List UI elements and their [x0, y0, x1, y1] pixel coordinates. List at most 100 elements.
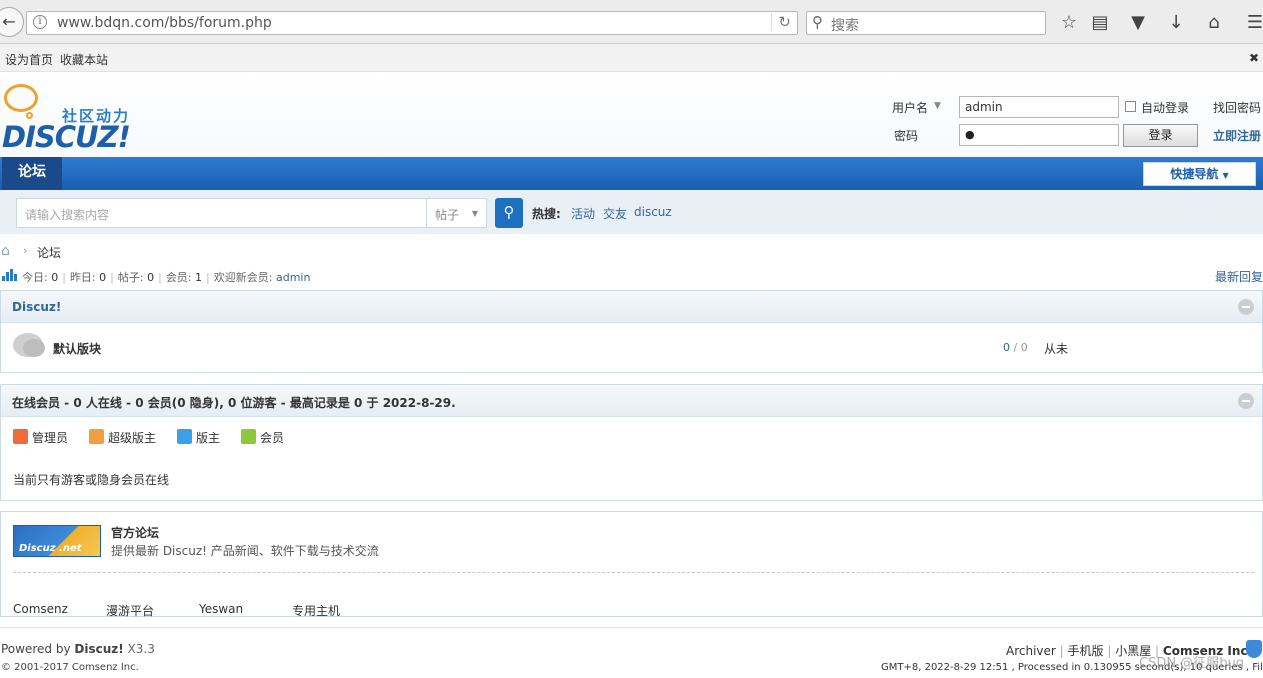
posts-label: 帖子: — [117, 271, 144, 284]
search-icon: ⚲ — [503, 203, 515, 221]
yesterday-label: 昨日: — [69, 271, 96, 284]
home-icon[interactable]: ⌂ — [1203, 12, 1225, 33]
logo-bubble-icon — [4, 84, 38, 112]
forum-last-post: 从未 — [1044, 342, 1069, 356]
url-text[interactable]: www.bdqn.com/bbs/forum.php — [57, 15, 272, 31]
official-forum-link[interactable]: 官方论坛 — [111, 524, 159, 541]
register-link[interactable]: 立即注册 — [1213, 127, 1261, 144]
back-arrow-icon[interactable]: ← — [0, 7, 24, 37]
discuz-net-banner[interactable]: Discuz .net — [13, 525, 101, 557]
url-bar[interactable]: i www.bdqn.com/bbs/forum.php ↻ — [26, 11, 798, 35]
new-member-link[interactable]: admin — [276, 271, 310, 284]
chevron-down-icon[interactable]: ▼ — [934, 101, 941, 111]
username-label: 用户名 — [892, 101, 929, 115]
collapse-icon[interactable] — [1238, 299, 1254, 315]
role-super-moderator: 超级版主 — [89, 429, 156, 446]
role-label: 版主 — [196, 431, 221, 445]
hot-term-link[interactable]: 交友 — [603, 205, 627, 222]
search-icon: ⚲ — [812, 13, 823, 31]
nav-item-forum[interactable]: 论坛 — [2, 157, 62, 190]
quick-nav-label: 快捷导航 — [1170, 167, 1219, 181]
posts-count: 0 — [147, 271, 155, 284]
username-input[interactable] — [959, 96, 1119, 118]
site-header: 社区动力 DISCUZ! 用户名 ▼ 自动登录 找回密码 密码 ● 登录 立即注… — [0, 72, 1263, 158]
members-count: 1 — [195, 271, 203, 284]
reading-list-icon[interactable]: ▤ — [1089, 12, 1111, 33]
star-icon[interactable]: ☆ — [1058, 12, 1080, 33]
password-label: 密码 — [894, 129, 919, 143]
hot-term-link[interactable]: 活动 — [571, 205, 595, 222]
main-nav: 论坛 快捷导航 ▼ — [0, 157, 1263, 190]
banner-label: Discuz .net — [19, 543, 82, 554]
role-label: 管理员 — [32, 431, 69, 445]
role-member: 会员 — [241, 429, 284, 446]
search-type-label: 帖子 — [435, 208, 460, 222]
forum-search-input[interactable]: 请输入搜索内容 — [16, 198, 427, 228]
info-icon[interactable]: i — [33, 15, 47, 29]
partner-link[interactable]: Comsenz — [13, 602, 68, 616]
quick-nav-button[interactable]: 快捷导航 ▼ — [1143, 162, 1256, 186]
powered-brand[interactable]: Discuz! — [74, 642, 123, 656]
copyright: © 2001-2017 Comsenz Inc. — [1, 662, 139, 673]
chevron-down-icon: ▼ — [1222, 171, 1229, 180]
forum-count-a: 0 — [1003, 341, 1010, 354]
online-title: 在线会员 - 0 人在线 - 0 会员(0 隐身), 0 位游客 - 最高记录是… — [12, 396, 456, 410]
fullscreen-toggle-icon[interactable]: ✖ — [1249, 51, 1259, 65]
members-label: 会员: — [165, 271, 192, 284]
online-header: 在线会员 - 0 人在线 - 0 会员(0 隐身), 0 位游客 - 最高记录是… — [1, 385, 1262, 417]
browser-search-input[interactable]: ⚲ 搜索 — [806, 11, 1046, 35]
watermark: CSDN @征服bug — [1139, 656, 1244, 671]
role-moderator: 版主 — [177, 429, 220, 446]
today-label: 今日: — [22, 271, 48, 284]
logo-bubble-small-icon — [26, 112, 33, 119]
site-topbar: 设为首页 收藏本站 ✖ — [0, 44, 1263, 72]
category-panel: Discuz! 默认版块 0 / 0 从未 — [0, 290, 1263, 373]
role-label: 超级版主 — [108, 431, 157, 445]
stats-chart-icon — [2, 269, 17, 281]
forum-stats: 今日: 0 | 昨日: 0 | 帖子: 0 | 会员: 1 | 欢迎新会员: admin — [22, 271, 311, 284]
menu-icon[interactable]: ☰ — [1244, 12, 1263, 33]
search-button[interactable]: ⚲ — [495, 198, 523, 228]
logo[interactable]: DISCUZ! — [2, 120, 131, 154]
reload-icon[interactable]: ↻ — [771, 13, 791, 31]
yesterday-count: 0 — [99, 271, 107, 284]
forum-name-link[interactable]: 默认版块 — [53, 340, 101, 357]
category-header: Discuz! — [1, 291, 1262, 323]
download-icon[interactable]: ↓ — [1165, 12, 1187, 33]
browser-toolbar: ← i www.bdqn.com/bbs/forum.php ↻ ⚲ 搜索 ☆ … — [0, 0, 1263, 44]
password-input[interactable]: ● — [959, 124, 1119, 146]
auto-login-label: 自动登录 — [1141, 101, 1190, 115]
powered-version: X3.3 — [123, 642, 155, 656]
archiver-link[interactable]: Archiver — [1006, 644, 1056, 658]
security-shield-icon[interactable] — [1246, 640, 1262, 658]
online-message: 当前只有游客或隐身会员在线 — [13, 473, 170, 487]
member-user-icon — [241, 429, 256, 444]
today-count: 0 — [51, 271, 59, 284]
role-admin: 管理员 — [13, 429, 68, 446]
mobile-link[interactable]: 手机版 — [1068, 644, 1104, 658]
powered-by: Powered by Discuz! X3.3 — [1, 642, 155, 656]
latest-replies-link[interactable]: 最新回复 — [1215, 268, 1263, 285]
admin-user-icon — [13, 429, 28, 444]
search-type-select[interactable]: 帖子 ▼ — [426, 198, 487, 228]
search-strip: 请输入搜索内容 帖子 ▼ ⚲ 热搜: 活动 交友 discuz — [0, 190, 1263, 234]
login-button[interactable]: 登录 — [1123, 124, 1198, 147]
set-home-link[interactable]: 设为首页 — [5, 51, 53, 68]
divider — [13, 572, 1254, 573]
auto-login-checkbox[interactable] — [1125, 101, 1136, 112]
partner-link[interactable]: Yeswan — [199, 602, 243, 616]
bookmark-link[interactable]: 收藏本站 — [60, 51, 108, 68]
hot-term-link[interactable]: discuz — [634, 205, 672, 219]
forgot-password-link[interactable]: 找回密码 — [1213, 99, 1261, 116]
pocket-icon[interactable]: ▼ — [1127, 12, 1149, 33]
moderator-user-icon — [177, 429, 192, 444]
official-forum-desc: 提供最新 Discuz! 产品新闻、软件下载与技术交流 — [111, 544, 379, 558]
collapse-icon[interactable] — [1238, 393, 1254, 409]
browser-search-placeholder: 搜索 — [831, 18, 859, 34]
partner-link[interactable]: 专用主机 — [292, 602, 340, 619]
home-icon[interactable]: ⌂ — [1, 243, 10, 259]
partner-link[interactable]: 漫游平台 — [106, 602, 154, 619]
category-title[interactable]: Discuz! — [12, 300, 61, 314]
forum-bubble-small-icon — [23, 339, 45, 357]
chevron-down-icon: ▼ — [471, 209, 478, 218]
